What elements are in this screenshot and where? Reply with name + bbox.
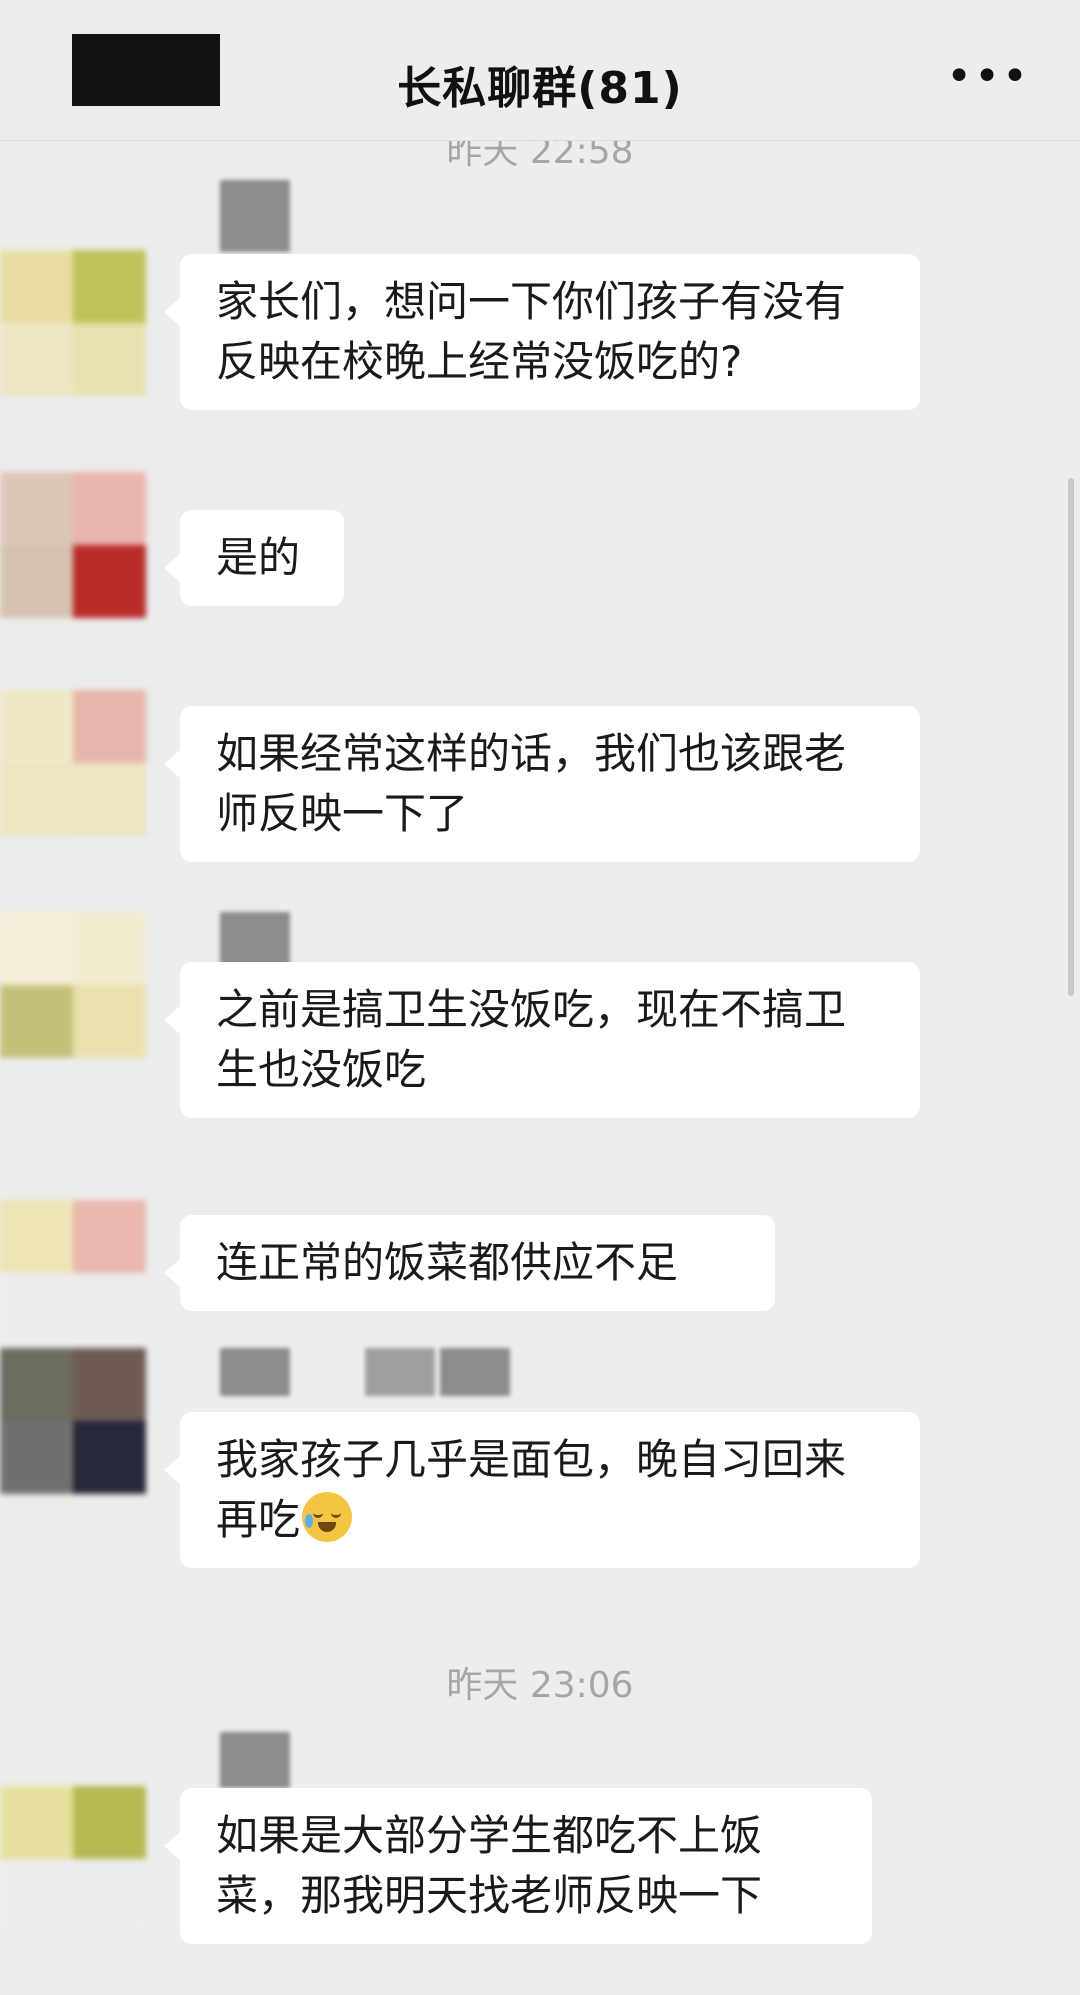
message-text: 家长们，想问一下你们孩子有没有反映在校晚上经常没饭吃的? (216, 277, 847, 386)
message-bubble[interactable]: 家长们，想问一下你们孩子有没有反映在校晚上经常没饭吃的? (164, 254, 920, 410)
message-text: 是的 (216, 533, 301, 582)
sender-avatar[interactable] (0, 912, 146, 1058)
scrollbar[interactable] (1068, 478, 1074, 996)
sender-avatar[interactable] (0, 1348, 146, 1494)
more-dots-icon[interactable]: ••• (946, 55, 1030, 99)
crying-laughing-emoji (302, 1492, 353, 1542)
sender-avatar[interactable] (0, 690, 146, 836)
timestamp: 昨天 23:06 (446, 1665, 634, 1706)
sender-avatar[interactable] (0, 472, 146, 618)
message-text: 连正常的饭菜都供应不足 (216, 1238, 679, 1287)
sender-avatar[interactable] (0, 1200, 146, 1346)
message-bubble[interactable]: 连正常的饭菜都供应不足 (164, 1215, 775, 1311)
message-bubble[interactable]: 我家孩子几乎是面包，晚自习回来再吃 (164, 1412, 920, 1568)
sender-avatar[interactable] (0, 250, 146, 396)
sender-nickname-redacted (220, 1348, 510, 1396)
sender-nickname-redacted (220, 180, 290, 252)
message-text: 如果经常这样的话，我们也该跟老师反映一下了 (216, 729, 847, 838)
sender-avatar[interactable] (0, 1786, 146, 1932)
message-bubble[interactable]: 如果经常这样的话，我们也该跟老师反映一下了 (164, 706, 920, 862)
message-text: 之前是搞卫生没饭吃，现在不搞卫生也没饭吃 (216, 985, 847, 1094)
message-bubble[interactable]: 如果是大部分学生都吃不上饭菜，那我明天找老师反映一下 (164, 1788, 872, 1944)
message-bubble[interactable]: 之前是搞卫生没饭吃，现在不搞卫生也没饭吃 (164, 962, 920, 1118)
chat-title[interactable]: 长私聊群(81) (0, 52, 1080, 116)
chat-header: 长私聊群(81) ••• (0, 0, 1080, 141)
message-text: 如果是大部分学生都吃不上饭菜，那我明天找老师反映一下 (216, 1811, 763, 1920)
message-bubble[interactable]: 是的 (164, 510, 344, 606)
sender-nickname-redacted (220, 912, 290, 968)
sender-nickname-redacted (220, 1732, 290, 1788)
